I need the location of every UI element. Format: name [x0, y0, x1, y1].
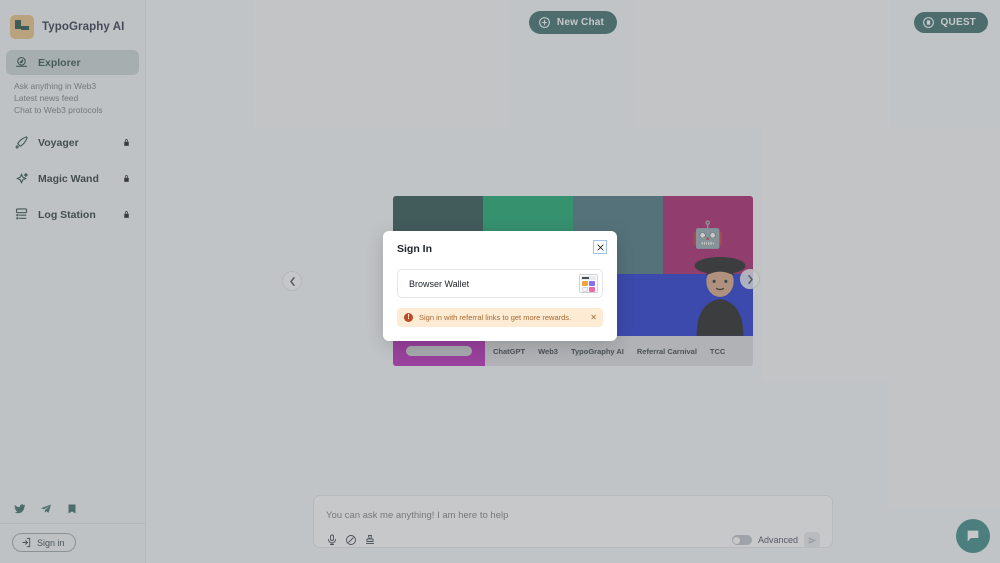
- browser-wallet-icon: [579, 274, 598, 293]
- wallet-name: Browser Wallet: [409, 278, 470, 289]
- modal-title: Sign In: [397, 243, 432, 255]
- alert-circle-icon: !: [404, 313, 413, 322]
- sign-in-modal: Sign In Browser Wallet ! Sign in with re…: [383, 231, 617, 341]
- notice-text: Sign in with referral links to get more …: [419, 313, 572, 322]
- notice-close-icon[interactable]: ✕: [590, 313, 597, 322]
- modal-close-button[interactable]: [593, 240, 607, 254]
- wallet-option-browser-wallet[interactable]: Browser Wallet: [397, 269, 603, 298]
- referral-notice: ! Sign in with referral links to get mor…: [397, 308, 603, 327]
- close-x-icon: [596, 243, 604, 251]
- app-root: TypoGraphy AI Explorer Ask anything in W…: [0, 0, 1000, 563]
